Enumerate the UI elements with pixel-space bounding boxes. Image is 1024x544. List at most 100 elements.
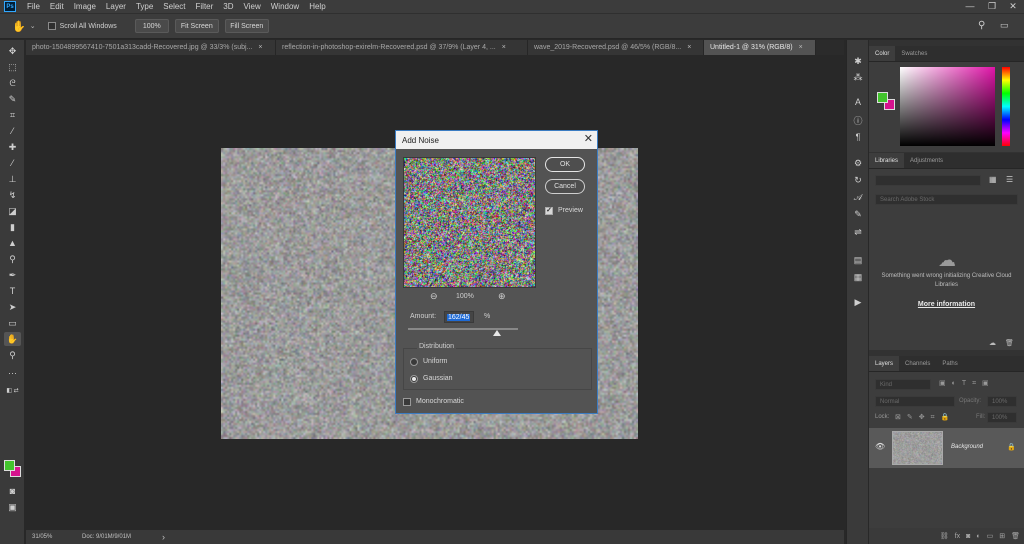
uniform-radio[interactable] (410, 358, 418, 366)
tab-paths[interactable]: Paths (936, 356, 963, 371)
history-brush-tool-icon[interactable]: ↯ (4, 188, 21, 202)
glyphs-icon[interactable]: 𝒜 (851, 190, 865, 204)
healing-brush-tool-icon[interactable]: ✚ (4, 140, 21, 154)
eraser-tool-icon[interactable]: ◪ (4, 204, 21, 218)
default-colors-icon[interactable]: ◧ ⇄ (4, 383, 21, 397)
tab-adjustments[interactable]: Adjustments (904, 153, 949, 168)
hue-slider[interactable] (1002, 67, 1010, 146)
workspace-icon[interactable]: ▭ (1000, 20, 1009, 31)
zoom-readout[interactable]: 31/05% (32, 534, 82, 540)
more-information-link[interactable]: More information (869, 301, 1024, 308)
crop-tool-icon[interactable]: ⌗ (4, 108, 21, 122)
type-tool-icon[interactable]: T (4, 284, 21, 298)
menu-select[interactable]: Select (158, 2, 190, 11)
close-window-button[interactable]: ✕ (1003, 0, 1023, 13)
status-menu-arrow-icon[interactable]: › (162, 532, 165, 542)
layer-style-icon[interactable]: fx (955, 533, 960, 540)
delete-layer-icon[interactable]: 🗑 (1011, 532, 1020, 540)
gradient-tool-icon[interactable]: ▮ (4, 220, 21, 234)
actions-icon[interactable]: ↻ (851, 173, 865, 187)
menu-layer[interactable]: Layer (101, 2, 131, 11)
pen-tool-icon[interactable]: ✒ (4, 268, 21, 282)
amount-slider-track[interactable] (408, 328, 518, 330)
cloud-sync-icon[interactable]: ☁ (989, 339, 996, 347)
blend-mode-select[interactable]: Normal (875, 396, 955, 407)
tab-channels[interactable]: Channels (899, 356, 936, 371)
close-tab-icon[interactable]: × (799, 44, 803, 51)
layer-lock-icon[interactable]: 🔒 (1007, 443, 1016, 451)
move-tool-icon[interactable]: ✥ (4, 44, 21, 58)
tab-layers[interactable]: Layers (869, 356, 899, 371)
ok-button[interactable]: OK (545, 157, 585, 172)
list-view-icon[interactable]: ☰ (1006, 175, 1013, 184)
amount-slider-thumb[interactable] (493, 330, 501, 336)
zoom-tool-icon[interactable]: ⚲ (4, 348, 21, 362)
menu-3d[interactable]: 3D (218, 2, 238, 11)
dodge-tool-icon[interactable]: ⚲ (4, 252, 21, 266)
menu-image[interactable]: Image (69, 2, 101, 11)
close-tab-icon[interactable]: × (502, 44, 506, 51)
amount-input[interactable]: 162/45 (444, 311, 474, 323)
tab-photo-recovered[interactable]: photo-1504899567410-7501a313cadd-Recover… (26, 40, 276, 55)
clone-stamp-tool-icon[interactable]: ⊥ (4, 172, 21, 186)
hand-tool-icon[interactable]: ✋ (12, 20, 26, 33)
cancel-button[interactable]: Cancel (545, 179, 585, 194)
menu-window[interactable]: Window (266, 2, 304, 11)
properties-icon[interactable]: ⚙ (851, 156, 865, 170)
dialog-close-button[interactable]: ✕ (584, 132, 593, 145)
gaussian-radio[interactable] (410, 375, 418, 383)
zoom-in-icon[interactable]: ⊕ (498, 291, 506, 302)
menu-edit[interactable]: Edit (45, 2, 69, 11)
minimize-button[interactable]: — (960, 0, 980, 13)
layer-kind-filter[interactable]: Kind (875, 379, 931, 390)
preview-checkbox[interactable]: ✓ (545, 207, 553, 215)
layer-name[interactable]: Background (951, 444, 983, 450)
saturation-brightness-field[interactable] (900, 67, 995, 146)
quick-select-tool-icon[interactable]: ✎ (4, 92, 21, 106)
character-icon[interactable]: A (851, 95, 865, 109)
edit-toolbar-icon[interactable]: ··· (4, 366, 21, 380)
stock-search-input[interactable]: Search Adobe Stock (875, 194, 1018, 205)
opacity-input[interactable]: 100% (987, 396, 1017, 407)
menu-view[interactable]: View (239, 2, 266, 11)
quick-mask-icon[interactable]: ◙ (4, 484, 21, 498)
search-icon[interactable]: ⚲ (978, 20, 985, 31)
zoom-100-button[interactable]: 100% (135, 19, 169, 33)
new-layer-icon[interactable]: ⊞ (999, 532, 1005, 540)
menu-filter[interactable]: Filter (191, 2, 219, 11)
tab-reflection-recovered[interactable]: reflection-in-photoshop-exirelm-Recovere… (276, 40, 528, 55)
photoshop-logo-icon[interactable]: Ps (4, 1, 16, 12)
tool-presets-icon[interactable]: ✎ (851, 207, 865, 221)
restore-button[interactable]: ❐ (982, 0, 1002, 13)
layer-row-background[interactable]: 👁 Background 🔒 (869, 428, 1024, 468)
path-selection-tool-icon[interactable]: ➤ (4, 300, 21, 314)
adjustment-layer-icon[interactable]: ◐ (976, 533, 980, 540)
brushes-icon[interactable]: ⁂ (851, 70, 865, 84)
tab-libraries[interactable]: Libraries (869, 153, 904, 168)
screen-mode-icon[interactable]: ▣ (4, 500, 21, 514)
tab-wave-recovered[interactable]: wave_2019-Recovered.psd @ 46/5% (RGB/8..… (528, 40, 704, 55)
lasso-tool-icon[interactable]: ᘓ (4, 76, 21, 90)
adjust-icon[interactable]: ⇌ (851, 225, 865, 239)
filter-preview[interactable] (403, 157, 536, 288)
visibility-eye-icon[interactable]: 👁 (875, 442, 885, 451)
info-icon[interactable]: ⓘ (851, 113, 865, 127)
foreground-color-swatch[interactable] (4, 460, 15, 471)
scroll-all-windows-checkbox[interactable] (48, 22, 56, 30)
zoom-out-icon[interactable]: ⊖ (430, 291, 438, 302)
blur-tool-icon[interactable]: ▲ (4, 236, 21, 250)
brush-tool-icon[interactable]: ⁄ (4, 156, 21, 170)
fit-screen-button[interactable]: Fit Screen (175, 19, 219, 33)
menu-help[interactable]: Help (304, 2, 330, 11)
grid-view-icon[interactable]: ▦ (989, 175, 997, 184)
marquee-tool-icon[interactable]: ⬚ (4, 60, 21, 74)
tab-swatches[interactable]: Swatches (895, 46, 933, 61)
rectangle-tool-icon[interactable]: ▭ (4, 316, 21, 330)
library-select[interactable] (875, 175, 981, 186)
paragraph-icon[interactable]: ¶ (851, 130, 865, 144)
lock-icons[interactable]: ⊠✎✥⌗🔒 (895, 413, 955, 422)
menu-file[interactable]: File (22, 2, 45, 11)
add-mask-icon[interactable]: ◙ (966, 533, 970, 540)
eyedropper-tool-icon[interactable]: ⁄ (4, 124, 21, 138)
fill-screen-button[interactable]: Fill Screen (225, 19, 269, 33)
